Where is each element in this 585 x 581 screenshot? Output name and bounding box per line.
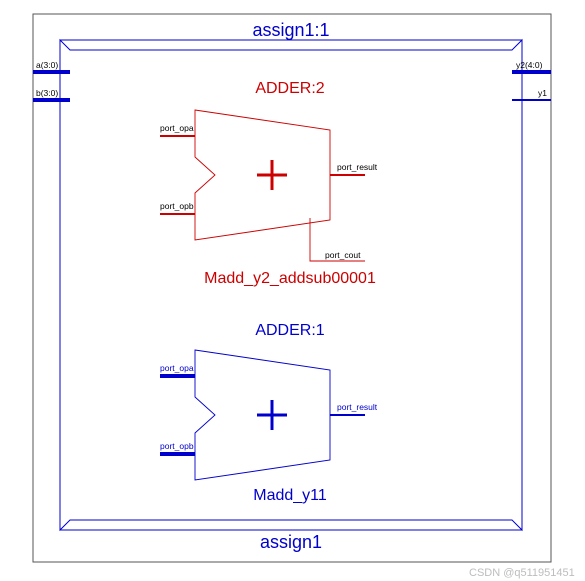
schematic-canvas: assign1:1 assign1 a(3:0) b(3:0) y2(4:0) … [0,0,585,581]
adder1-port-opa-label: port_opa [160,363,194,373]
output-y1-label: y1 [538,88,547,98]
adder1-instance: Madd_y11 [253,487,327,504]
module-title: assign1:1 [252,20,329,40]
output-y2-label: y2(4:0) [516,60,543,70]
adder2-port-cout-label: port_cout [325,250,361,260]
output-pin-y1[interactable]: y1 [512,88,551,100]
adder1-title: ADDER:1 [255,322,324,339]
module-instance: assign1 [260,532,322,552]
plus-icon [257,400,287,430]
adder2-port-result[interactable]: port_result [330,162,378,175]
input-b-label: b(3:0) [36,88,58,98]
adder1-block[interactable]: ADDER:1 port_opa port_opb port_result Ma… [160,322,378,504]
adder2-port-opa-label: port_opa [160,123,194,133]
adder2-port-opb[interactable]: port_opb [160,201,195,214]
adder2-port-opb-label: port_opb [160,201,194,211]
adder2-block[interactable]: ADDER:2 port_opa port_opb port_result po… [160,80,378,287]
input-pin-b[interactable]: b(3:0) [33,88,70,100]
adder1-port-opa[interactable]: port_opa [160,363,195,376]
output-pin-y2[interactable]: y2(4:0) [512,60,551,72]
input-a-label: a(3:0) [36,60,58,70]
adder1-port-result-label: port_result [337,402,378,412]
adder1-port-opb-label: port_opb [160,441,194,451]
adder1-port-result[interactable]: port_result [330,402,378,415]
plus-icon [257,160,287,190]
adder1-port-opb[interactable]: port_opb [160,441,195,454]
adder2-title: ADDER:2 [255,80,324,97]
adder2-port-result-label: port_result [337,162,378,172]
watermark: CSDN @q511951451 [469,567,575,579]
adder2-instance: Madd_y2_addsub00001 [204,270,376,287]
adder2-port-cout[interactable]: port_cout [310,218,365,261]
adder2-port-opa[interactable]: port_opa [160,123,195,136]
input-pin-a[interactable]: a(3:0) [33,60,70,72]
